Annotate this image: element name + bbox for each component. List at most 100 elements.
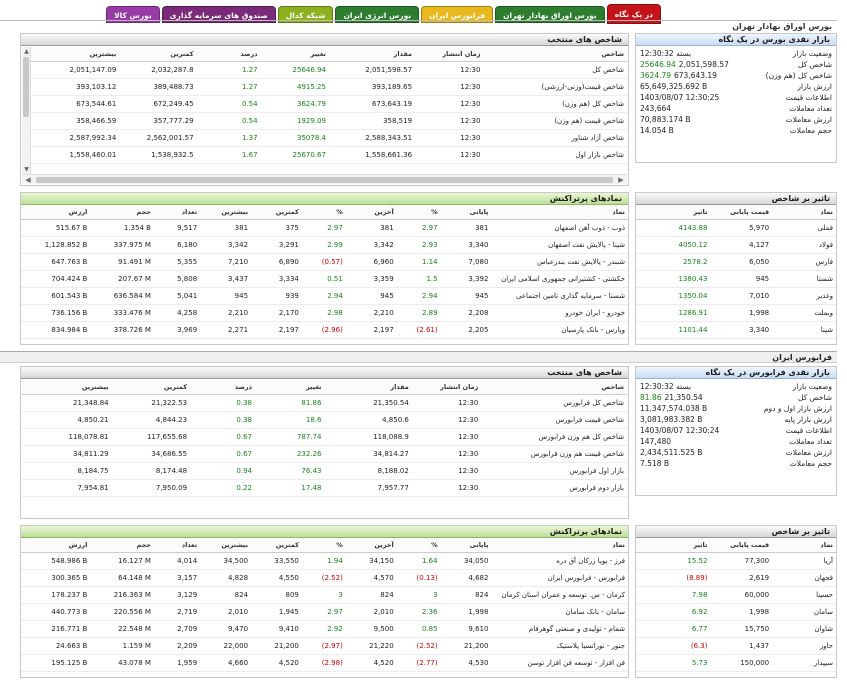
table-row[interactable]: (8.89) 2,619 فجهان [636, 569, 836, 587]
table-cell: 9,517 [153, 219, 201, 237]
table-row[interactable]: 601.543 B 636.584 M 5,041 945 939 2.94 945 2.94… [21, 287, 628, 305]
table-row[interactable]: 647.763 B 91.491 M 5,355 7,210 6,890 (0.57) 6,… [21, 253, 628, 271]
column-header[interactable]: ارزش [21, 538, 91, 553]
table-row[interactable]: 1380.43 945 شستا [636, 270, 836, 288]
table-row[interactable]: 834.984 B 378.726 M 3,969 2,271 2,197 (2.96) 2… [21, 321, 628, 339]
column-header[interactable]: پایانی [440, 538, 492, 553]
column-header[interactable]: زمان انتشار [411, 380, 482, 395]
column-header[interactable]: نماد [491, 538, 628, 553]
column-header[interactable]: حجم [90, 538, 154, 553]
table-row[interactable]: 736.156 B 333.476 M 4,258 2,210 2,170 2.98 2,2… [21, 304, 628, 322]
column-header[interactable]: شاخص [481, 380, 627, 395]
column-header[interactable]: زمان انتشار [415, 47, 484, 62]
table-cell: 12:30 [411, 428, 482, 446]
column-header[interactable]: تغییر [260, 47, 329, 62]
table-row[interactable]: 7,954.81 7,950.09 0.22 17.48 7,957.77 12:30 با… [22, 479, 627, 497]
column-header[interactable]: بیشترین [200, 538, 252, 553]
column-header[interactable]: کمترین [119, 47, 197, 62]
table-row[interactable]: 195.125 B 43.078 M 1,959 4,660 4,520 (2.98) 4,… [21, 654, 628, 672]
column-header[interactable]: درصد [190, 380, 256, 395]
table-row[interactable]: 2,051,147.09 2,032,287.8 1.27 25646.94 2,051… [31, 61, 627, 79]
column-header[interactable]: مقدار [328, 47, 416, 62]
column-header[interactable]: تعداد [153, 205, 201, 220]
table-row[interactable]: 5.73 150,000 سپیدار [636, 654, 836, 672]
table-row[interactable]: 4143.88 5,970 فملی [636, 219, 836, 237]
table-row[interactable]: 440.773 B 220.556 M 2,719 2,010 1,945 2.97 2,0… [21, 603, 628, 621]
table-row[interactable]: 21,348.84 21,322.53 0.38 81.86 21,350.54 12:3… [22, 394, 627, 412]
table-row[interactable]: 118,078.81 117,655.68 0.67 787.74 118,088.9 1… [22, 428, 627, 446]
table-row[interactable]: 1101.44 3,340 شپنا [636, 321, 836, 339]
column-header[interactable]: تاثیر [636, 205, 711, 220]
table-row[interactable]: 4050.12 4,127 فولاد [636, 236, 836, 254]
column-header[interactable]: کمترین [251, 538, 302, 553]
table-row[interactable]: 7.98 60,000 حسینا [636, 586, 836, 604]
column-header[interactable]: تغییر [255, 380, 325, 395]
column-header[interactable]: آخرین [345, 538, 397, 553]
column-header[interactable]: بیشترین [31, 47, 120, 62]
table-cell: 4143.88 [636, 219, 711, 237]
table-row[interactable]: 515.67 B 1.354 B 9,517 381 375 2.97 381 2.97 381… [21, 219, 628, 237]
table-cell: 6.92 [636, 603, 711, 621]
table-cell: 2.99 [301, 236, 346, 254]
column-header[interactable]: نماد [772, 538, 836, 553]
column-header[interactable]: مقدار [324, 380, 412, 395]
table-row[interactable]: 216.771 B 22.548 M 2,709 9,470 9,410 2.92 9,50… [21, 620, 628, 638]
column-header[interactable]: قیمت پایانی [710, 205, 773, 220]
table-row[interactable]: 358,466.59 357,777.29 0.54 1929.09 358,519 12… [31, 112, 627, 130]
table-cell: 81.86 [255, 394, 325, 412]
column-header[interactable]: حجم [90, 205, 154, 220]
table-cell: 636.584 M [90, 287, 154, 305]
column-header[interactable]: % [396, 538, 441, 553]
column-header[interactable]: پایانی [440, 205, 492, 220]
column-header[interactable]: بیشترین [22, 380, 112, 395]
table-cell: 2.89 [396, 304, 441, 322]
column-header[interactable]: آخرین [345, 205, 397, 220]
summary-row: 2,434,511.525 B ارزش معاملات [636, 447, 836, 458]
table-row[interactable]: 15.52 77,300 آریا [636, 552, 836, 570]
column-header[interactable]: قیمت پایانی [710, 538, 773, 553]
table-row[interactable]: 8,184.75 8,174.48 0.94 76.43 8,188.02 12:30 با… [22, 462, 627, 480]
tse-indices-vscroll[interactable]: ▲ ▼ [22, 47, 31, 174]
table-cell: 601.543 B [21, 287, 91, 305]
table-row[interactable]: 673,544.61 672,249.45 0.54 3624.79 673,643.1… [31, 95, 627, 113]
table-row[interactable]: 2578.2 6,050 فارس [636, 253, 836, 271]
column-header[interactable]: تاثیر [636, 538, 711, 553]
table-row[interactable]: 178.237 B 216.363 M 3,129 824 809 3 824 3 824 کرم… [21, 586, 628, 604]
column-header[interactable]: نماد [491, 205, 628, 220]
table-row[interactable]: 4,850.21 4,844.23 0.38 18.6 4,850.6 12:30 شاخص… [22, 411, 627, 429]
table-row[interactable]: 548.986 B 16.127 M 4,014 34,500 33,550 1.94 34… [21, 552, 628, 570]
column-header[interactable]: تعداد [153, 538, 201, 553]
table-row[interactable]: 6.92 1,998 سامان [636, 603, 836, 621]
table-row[interactable]: 393,103.12 389,488.73 1.27 4915.25 393,189.6… [31, 78, 627, 96]
column-header[interactable]: ارزش [21, 205, 91, 220]
table-row[interactable]: 34,811.29 34,686.55 0.67 232.26 34,814.27 12:… [22, 445, 627, 463]
table-row[interactable]: 2,587,992.34 2,562,001.57 1.37 35078.4 2,588… [31, 129, 627, 147]
table-row[interactable]: (6.3) 1,437 حاور [636, 637, 836, 655]
table-row[interactable]: 1350.04 7,010 وغدیر [636, 287, 836, 305]
table-row[interactable]: 6.77 15,750 شاوان [636, 620, 836, 638]
table-row[interactable]: 300.365 B 64.148 M 3,157 4,828 4,550 (2.52) 4,… [21, 569, 628, 587]
table-row[interactable]: 1286.91 1,998 وبملت [636, 304, 836, 322]
column-header[interactable]: نماد [772, 205, 836, 220]
table-cell: 232.26 [255, 445, 325, 463]
table-row[interactable]: 704.424 B 207.67 M 5,808 3,437 3,334 0.51 3,35… [21, 270, 628, 288]
column-header[interactable]: درصد [196, 47, 261, 62]
table-cell: 4,850.6 [324, 411, 412, 429]
column-header[interactable]: شاخص [483, 47, 627, 62]
ifb-impact-title: تاثیر بر شاخص [636, 526, 836, 538]
column-header[interactable]: بیشترین [200, 205, 252, 220]
table-cell: فجهان [772, 569, 836, 587]
table-row[interactable]: 1,128.852 B 337.975 M 6,180 3,342 3,291 2.99 3… [21, 236, 628, 254]
column-header[interactable]: % [396, 205, 441, 220]
table-cell: 2,210 [200, 304, 252, 322]
table-row[interactable]: 1,558,460.01 1,538,932.5 1.67 25670.67 1,558… [31, 146, 627, 164]
column-header[interactable]: کمترین [251, 205, 302, 220]
column-header[interactable]: کمترین [111, 380, 191, 395]
table-cell: 2,209 [153, 637, 201, 655]
column-header[interactable]: % [301, 205, 346, 220]
column-header[interactable]: % [301, 538, 346, 553]
tse-indices-hscroll[interactable]: ◀ ▶ [22, 174, 627, 184]
table-cell: 2.94 [301, 287, 346, 305]
table-cell: بازار دوم فرابورس [481, 479, 627, 497]
table-row[interactable]: 24.663 B 1.159 M 2,209 22,000 21,200 (2.97) 21… [21, 637, 628, 655]
